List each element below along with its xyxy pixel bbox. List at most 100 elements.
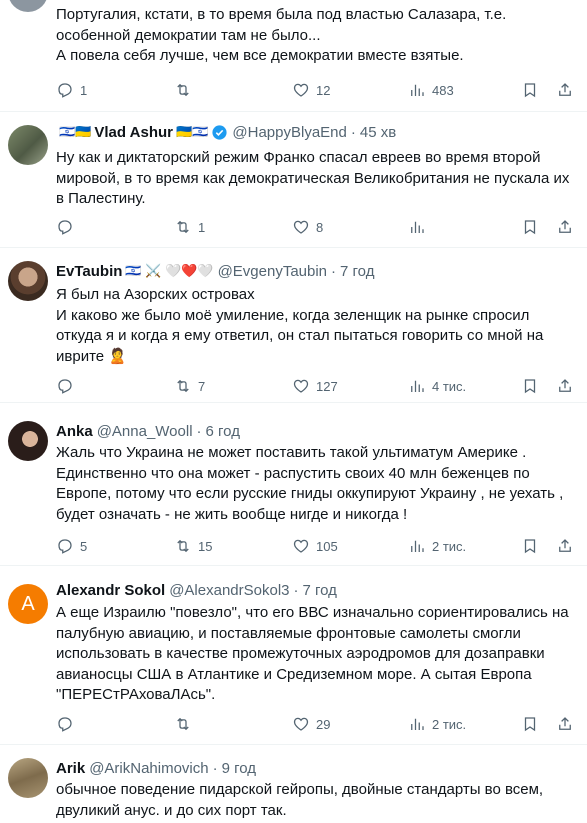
user-handle[interactable]: @HappyBlyaEnd (232, 124, 346, 141)
bookmark-button[interactable] (521, 80, 539, 100)
views-icon (411, 84, 424, 96)
bookmark-button[interactable] (521, 217, 539, 237)
retweet-count: 1 (198, 219, 206, 235)
tweet-text-line: Ну как и диктаторский режим Франко спаса… (56, 149, 541, 166)
separator-dot: · (293, 581, 299, 599)
reply-button[interactable] (56, 714, 80, 734)
reply-button[interactable]: 1 (56, 80, 87, 100)
tweet-text-line: авианосцы США в Атлантике и Средиземном … (56, 665, 532, 683)
avatar[interactable] (8, 758, 48, 798)
reply-button[interactable] (56, 217, 80, 237)
views-button[interactable] (408, 217, 432, 237)
display-name[interactable]: Vlad Ashur (94, 124, 173, 141)
share-button[interactable] (556, 376, 574, 396)
like-button[interactable]: 29 (292, 714, 330, 734)
reply-button[interactable]: 5 (56, 536, 87, 556)
tweet-3[interactable]: Anka @Anna_Wooll · 6 год Жаль что Украин… (0, 403, 587, 566)
avatar[interactable]: A (8, 584, 48, 624)
like-icon (293, 83, 309, 97)
bookmark-button[interactable] (521, 714, 539, 734)
tweet-2[interactable]: EvTaubin 🇮🇱 ⚔️ 🤍❤️🤍 @EvgenyTaubin · 7 го… (0, 248, 587, 403)
avatar[interactable] (8, 0, 48, 12)
tweet-header: Alexandr Sokol @AlexandrSokol3 · 7 год (56, 580, 337, 600)
display-name[interactable]: Anka (56, 423, 93, 440)
tweet-5[interactable]: Arik @ArikNahimovich · 9 год обычное пов… (0, 745, 587, 823)
tweet-text-line: А повела себя лучше, чем все демократии … (56, 47, 464, 64)
display-name[interactable]: Arik (56, 760, 85, 777)
tweet-body: Португалия, кстати, в то время была под … (56, 5, 576, 67)
tweet-text-line: Я был на Азорских островах (56, 286, 255, 303)
like-button[interactable]: 12 (292, 80, 330, 100)
action-bar: 1 8 (56, 217, 576, 237)
user-handle[interactable]: @EvgenyTaubin (218, 263, 327, 280)
share-button[interactable] (556, 217, 574, 237)
israel-flag-icon: 🇮🇱 ⚔️ 🤍❤️🤍 (125, 263, 214, 278)
timestamp[interactable]: 6 год (206, 423, 240, 440)
tweet-4[interactable]: A Alexandr Sokol @AlexandrSokol3 · 7 год… (0, 566, 587, 745)
views-button[interactable]: 2 тис. (408, 536, 466, 556)
like-count: 29 (316, 716, 331, 732)
retweet-button[interactable]: 1 (174, 217, 205, 237)
tweet-text-line: особенной демократии там не было... (56, 26, 321, 44)
user-handle[interactable]: @ArikNahimovich (89, 760, 208, 777)
retweet-button[interactable] (174, 80, 198, 100)
tweet-body: Жаль что Украина не может поставить тако… (56, 443, 576, 525)
views-icon (411, 221, 424, 233)
like-button[interactable]: 8 (292, 217, 323, 237)
timestamp[interactable]: 9 год (222, 760, 256, 777)
bookmark-icon (524, 379, 536, 394)
retweet-button[interactable]: 15 (174, 536, 212, 556)
bookmark-button[interactable] (521, 376, 539, 396)
tweet-body: обычное поведение пидарской гейропы, дво… (56, 780, 576, 821)
user-handle[interactable]: @Anna_Wooll (97, 423, 193, 440)
reply-count: 5 (80, 538, 88, 554)
avatar-letter: A (21, 592, 35, 615)
share-button[interactable] (556, 536, 574, 556)
share-icon (559, 717, 571, 730)
bookmark-icon (524, 539, 536, 554)
avatar[interactable] (8, 125, 48, 165)
avatar[interactable] (8, 261, 48, 301)
retweet-button[interactable]: 7 (174, 376, 205, 396)
views-count: 2 тис. (432, 716, 467, 732)
tweet-1[interactable]: 🇮🇱🇺🇦 Vlad Ashur 🇺🇦🇮🇱 @HappyBlyaEnd · 45 … (0, 112, 587, 248)
bookmark-icon (524, 220, 536, 235)
timestamp[interactable]: 7 год (340, 263, 374, 280)
action-bar: 7 127 4 тис. (56, 376, 576, 396)
views-button[interactable]: 483 (408, 80, 454, 100)
display-name[interactable]: EvTaubin (56, 263, 122, 280)
timestamp[interactable]: 45 хв (360, 124, 396, 141)
like-button[interactable]: 105 (292, 536, 338, 556)
like-button[interactable]: 127 (292, 376, 338, 396)
tweet-text-line: иврите 🙎 (56, 347, 127, 365)
tweet-text-line: А еще Израилю "повезло", что его ВВС изн… (56, 604, 569, 621)
retweet-icon (177, 83, 189, 97)
share-button[interactable] (556, 80, 574, 100)
reply-icon (58, 83, 72, 98)
israel-flag-icon: 🇮🇱🇺🇦 (59, 124, 92, 139)
tweet-text-line: в Палестину. (56, 190, 146, 207)
tweet-body: Я был на Азорских островах И каково же б… (56, 285, 576, 367)
tweet-text-line: И каково же было моё умиление, когда зел… (56, 306, 530, 324)
timestamp[interactable]: 7 год (303, 582, 337, 599)
like-count: 105 (316, 538, 338, 554)
views-icon (411, 718, 424, 730)
retweet-button[interactable] (174, 714, 198, 734)
user-handle[interactable]: @AlexandrSokol3 (169, 582, 289, 599)
tweet-text-line: обычное поведение пидарской гейропы, дво… (56, 781, 544, 798)
share-icon (559, 379, 571, 392)
separator-dot: · (350, 123, 356, 141)
bookmark-button[interactable] (521, 536, 539, 556)
tweet-text-line: мировой, в то время как демократическая … (56, 169, 570, 187)
reply-button[interactable] (56, 376, 80, 396)
tweet-text-line: "ПЕРЕСтРАховаЛАсь". (56, 686, 216, 703)
views-button[interactable]: 4 тис. (408, 376, 466, 396)
tweet-0[interactable]: Португалия, кстати, в то время была под … (0, 0, 587, 112)
display-name[interactable]: Alexandr Sokol (56, 582, 165, 599)
like-icon (293, 717, 309, 731)
avatar[interactable] (8, 421, 48, 461)
ukraine-flag-icon: 🇺🇦🇮🇱 (176, 124, 209, 139)
share-button[interactable] (556, 714, 574, 734)
views-button[interactable]: 2 тис. (408, 714, 466, 734)
tweet-header: EvTaubin 🇮🇱 ⚔️ 🤍❤️🤍 @EvgenyTaubin · 7 го… (56, 261, 374, 281)
